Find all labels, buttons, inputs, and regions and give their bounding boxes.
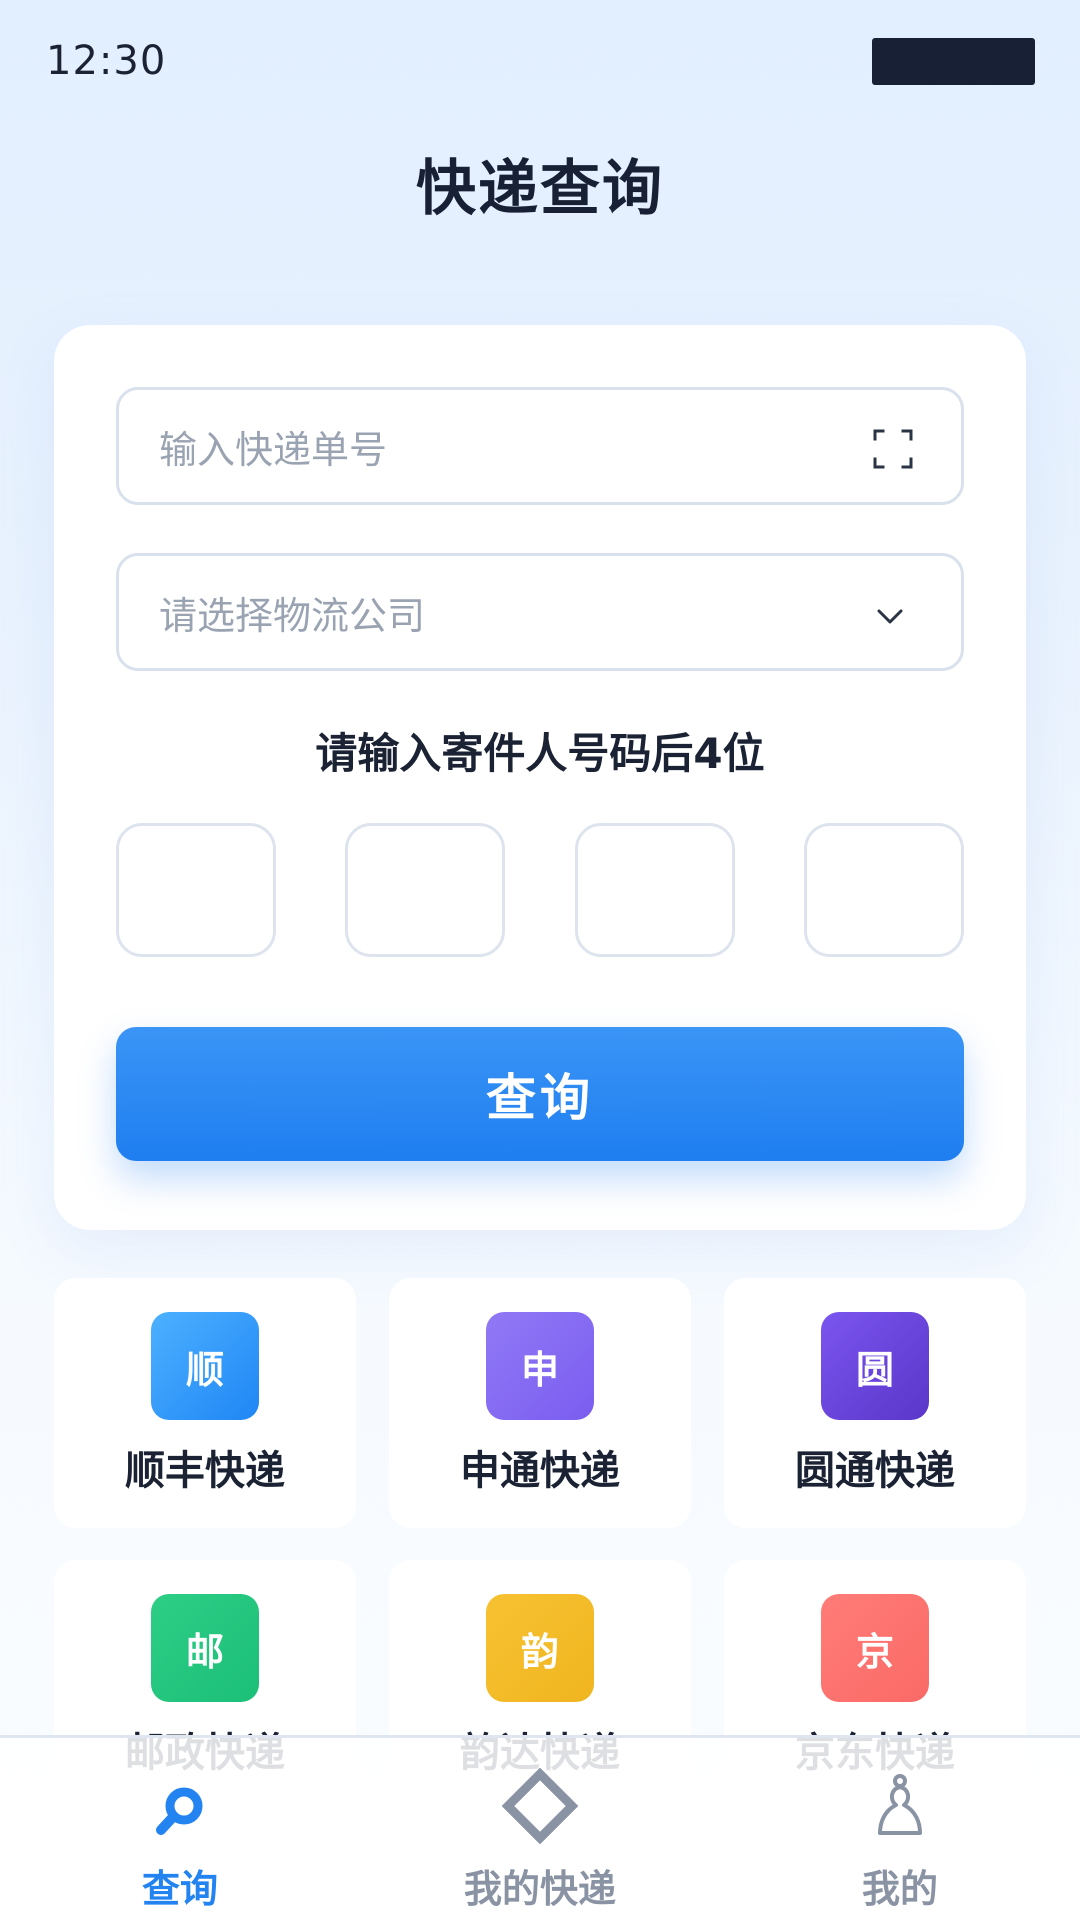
nav-tab-my-packages[interactable]: 我的快递	[360, 1738, 720, 1920]
phone-digits-label: 请输入寄件人号码后4位	[315, 729, 765, 778]
courier-badge: 申	[486, 1312, 594, 1420]
courier-company-placeholder: 请选择物流公司	[159, 593, 426, 638]
status-indicator-block	[872, 38, 1035, 85]
courier-badge: 京	[821, 1594, 929, 1702]
tracking-number-placeholder: 输入快递单号	[159, 427, 388, 472]
nav-label-my-packages: 我的快递	[463, 1867, 616, 1911]
courier-card-yto[interactable]: 圆 圆通快递	[724, 1278, 1026, 1528]
courier-card-sf[interactable]: 顺 顺丰快递	[54, 1278, 356, 1528]
phone-digit-input-3[interactable]	[575, 823, 735, 957]
courier-name: 申通快递	[460, 1448, 620, 1494]
query-button[interactable]: 查询	[116, 1027, 964, 1161]
chevron-down-icon	[877, 609, 903, 624]
nav-tab-query[interactable]: 查询	[0, 1738, 360, 1920]
courier-name: 顺丰快递	[125, 1448, 285, 1494]
scan-icon[interactable]	[873, 429, 913, 469]
nav-label-query: 查询	[141, 1867, 218, 1911]
status-bar: 12:30	[0, 0, 1080, 130]
nav-tab-profile[interactable]: 我的	[720, 1738, 1080, 1920]
search-icon	[156, 1787, 203, 1835]
courier-badge: 圆	[821, 1312, 929, 1420]
phone-digit-input-2[interactable]	[345, 823, 505, 957]
nav-label-profile: 我的	[861, 1867, 938, 1911]
page-title: 快递查询	[416, 154, 664, 224]
courier-badge: 韵	[486, 1594, 594, 1702]
status-time: 12:30	[46, 38, 167, 84]
courier-name: 圆通快递	[795, 1448, 955, 1494]
courier-company-select[interactable]: 请选择物流公司	[116, 553, 964, 671]
courier-badge: 顺	[151, 1312, 259, 1420]
phone-digit-input-1[interactable]	[116, 823, 276, 957]
tracking-number-input[interactable]: 输入快递单号	[116, 387, 964, 505]
courier-badge: 邮	[151, 1594, 259, 1702]
bottom-nav: 查询 我的快递 我的	[0, 1735, 1080, 1920]
user-icon	[878, 1774, 922, 1835]
phone-digit-input-4[interactable]	[804, 823, 964, 957]
courier-card-sto[interactable]: 申 申通快递	[389, 1278, 691, 1528]
package-diamond-icon	[502, 1768, 578, 1844]
query-card: 输入快递单号 请选择物流公司 请输入寄件人号码后4位 查询	[54, 325, 1026, 1230]
